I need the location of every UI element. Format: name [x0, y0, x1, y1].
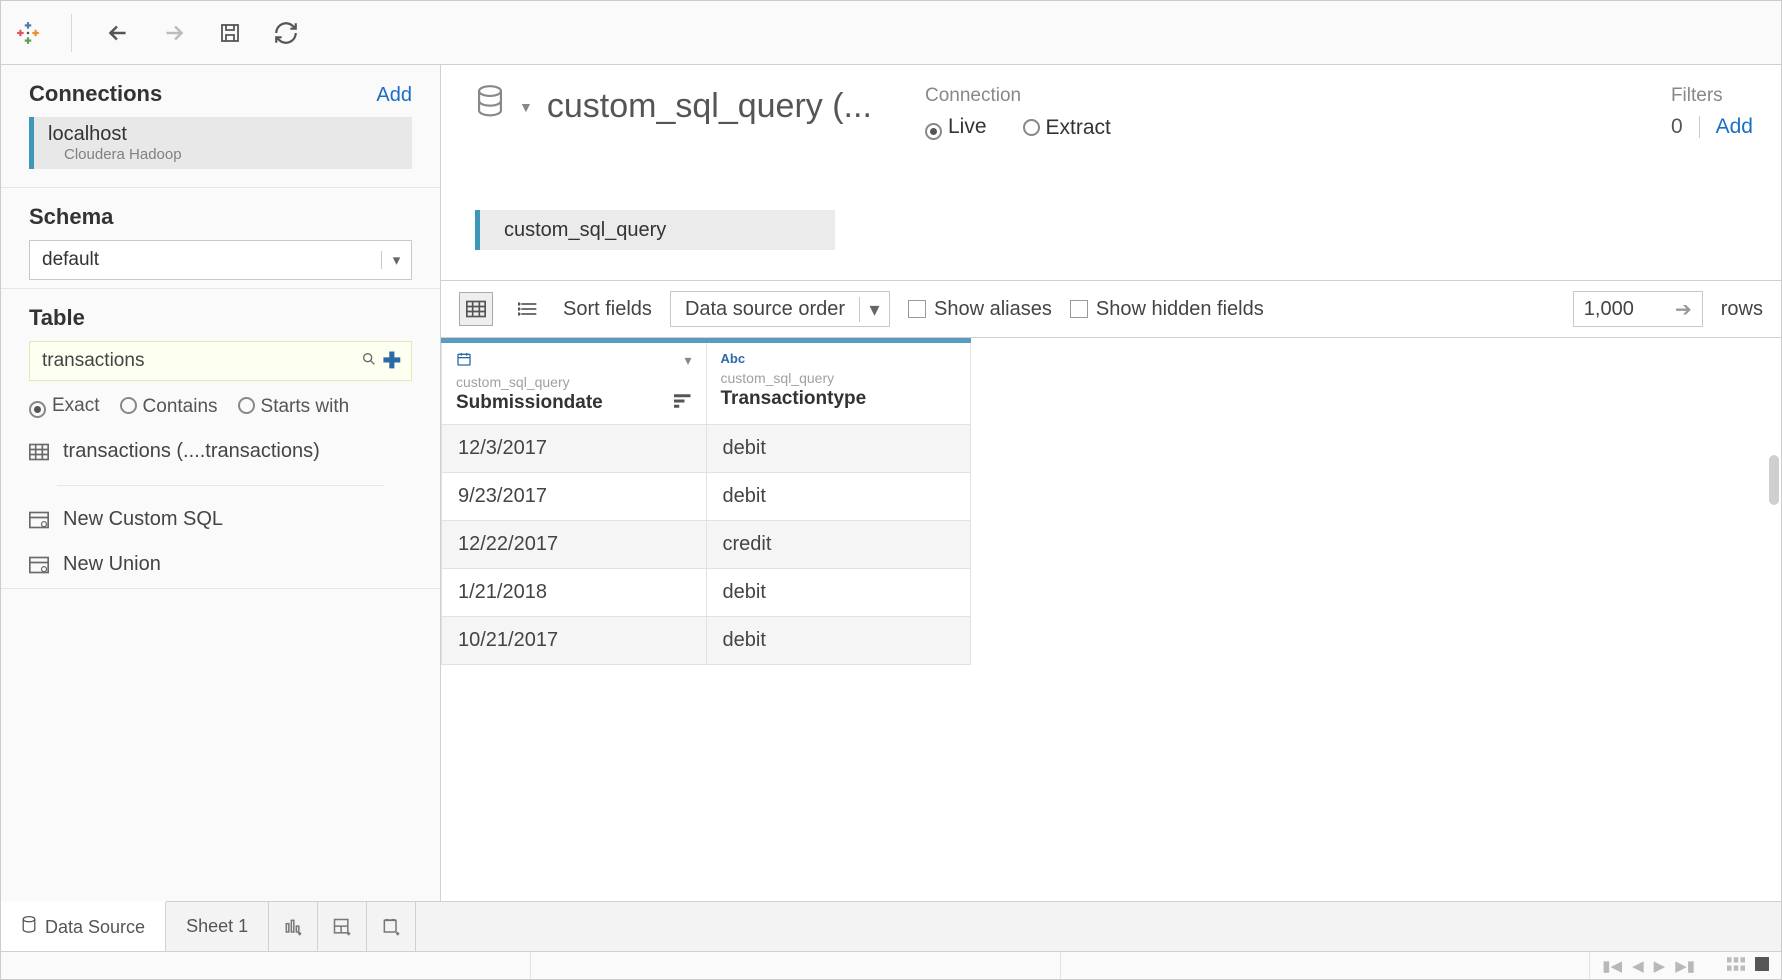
chevron-down-icon: ▾ [859, 297, 889, 322]
rows-value: 1,000 [1584, 298, 1634, 321]
tableau-logo-icon [15, 20, 41, 46]
tab-sheet-1[interactable]: Sheet 1 [166, 902, 269, 951]
nav-next-icon[interactable]: ▶ [1654, 957, 1666, 975]
filters-label: Filters [1671, 85, 1753, 107]
database-icon [475, 85, 505, 128]
join-canvas[interactable]: custom_sql_query [441, 150, 1781, 280]
table-icon [29, 443, 49, 461]
top-toolbar [1, 1, 1781, 65]
table-row[interactable]: 12/3/2017debit [442, 425, 971, 473]
match-exact[interactable]: Exact [29, 395, 100, 418]
table-transactions[interactable]: transactions (....transactions) [29, 440, 412, 463]
back-button[interactable] [102, 17, 134, 49]
connection-extract[interactable]: Extract [1023, 116, 1111, 140]
search-icon [361, 351, 377, 371]
sort-fields-label: Sort fields [563, 298, 652, 321]
datasource-title[interactable]: ▼ custom_sql_query (... [475, 85, 895, 128]
canvas-table-chip[interactable]: custom_sql_query [475, 210, 835, 250]
date-type-icon [456, 351, 472, 370]
chevron-down-icon: ▼ [519, 99, 533, 115]
new-dashboard-button[interactable] [318, 902, 367, 951]
match-mode-row: Exact Contains Starts with [29, 395, 412, 418]
filters-add-link[interactable]: Add [1716, 115, 1753, 139]
table-search-input[interactable] [40, 349, 361, 373]
status-bar: ▮◀ ◀ ▶ ▶▮ [1, 951, 1781, 979]
show-hidden-checkbox[interactable]: Show hidden fields [1070, 298, 1264, 321]
connection-mode-label: Connection [925, 85, 1111, 107]
tab-label: Data Source [45, 917, 145, 938]
match-contains[interactable]: Contains [120, 396, 218, 418]
add-connection-link[interactable]: Add [376, 84, 412, 107]
data-grid: ▾ custom_sql_query Submissiondate [441, 338, 1781, 901]
view-grid-button[interactable] [459, 292, 493, 326]
save-button[interactable] [214, 17, 246, 49]
table-gear-icon [29, 556, 49, 574]
arrow-right-icon: ➔ [1675, 297, 1692, 322]
grid-toolbar: Sort fields Data source order ▾ Show ali… [441, 280, 1781, 338]
nav-prev-icon[interactable]: ◀ [1632, 957, 1644, 975]
schema-select[interactable]: default ▾ [29, 240, 412, 280]
table-label: transactions (....transactions) [63, 440, 320, 463]
column-source: custom_sql_query [456, 374, 692, 390]
show-sheet-icon[interactable] [1755, 957, 1769, 975]
left-panel: Connections Add localhost Cloudera Hadoo… [1, 65, 441, 901]
nav-last-icon[interactable]: ▶▮ [1675, 957, 1695, 975]
table-row[interactable]: 1/21/2018debit [442, 569, 971, 617]
sort-icon[interactable] [674, 392, 692, 414]
table-row[interactable]: 9/23/2017debit [442, 473, 971, 521]
add-table-icon[interactable]: ✚ [383, 348, 401, 374]
column-header-submissiondate[interactable]: ▾ custom_sql_query Submissiondate [442, 341, 707, 425]
schema-value: default [30, 249, 381, 271]
table-label: New Custom SQL [63, 508, 223, 531]
column-name: Transactiontype [721, 388, 867, 410]
forward-button [158, 17, 190, 49]
scrollbar[interactable] [1769, 455, 1779, 505]
table-row[interactable]: 12/22/2017credit [442, 521, 971, 569]
view-list-button[interactable] [511, 292, 545, 326]
nav-first-icon[interactable]: ▮◀ [1602, 957, 1622, 975]
table-search[interactable]: ✚ [29, 341, 412, 381]
filters-count: 0 [1671, 115, 1683, 139]
string-type-icon: Abc [721, 351, 746, 366]
tab-data-source[interactable]: Data Source [1, 901, 166, 951]
connection-item[interactable]: localhost Cloudera Hadoop [29, 117, 412, 169]
rows-label: rows [1721, 298, 1763, 321]
table-heading: Table [29, 305, 412, 331]
column-header-transactiontype[interactable]: Abc custom_sql_query Transactiontype [706, 341, 971, 425]
connections-heading: Connections [29, 81, 162, 107]
datasource-name: custom_sql_query (... [547, 87, 872, 126]
sort-value: Data source order [671, 298, 859, 321]
show-aliases-checkbox[interactable]: Show aliases [908, 298, 1052, 321]
table-row[interactable]: 10/21/2017debit [442, 617, 971, 665]
connection-type: Cloudera Hadoop [48, 146, 182, 163]
column-name: Submissiondate [456, 392, 603, 414]
tab-label: Sheet 1 [186, 916, 248, 937]
new-story-button[interactable] [367, 902, 416, 951]
match-starts-with[interactable]: Starts with [238, 396, 350, 418]
new-union[interactable]: New Union [29, 553, 412, 576]
sort-fields-select[interactable]: Data source order ▾ [670, 291, 890, 327]
chevron-down-icon: ▾ [381, 251, 411, 269]
show-filmstrip-icon[interactable] [1727, 957, 1745, 975]
canvas-table-name: custom_sql_query [480, 219, 666, 242]
right-panel: ▼ custom_sql_query (... Connection Live … [441, 65, 1781, 901]
chevron-down-icon[interactable]: ▾ [684, 352, 691, 369]
schema-heading: Schema [29, 204, 412, 230]
connection-live[interactable]: Live [925, 115, 987, 140]
table-gear-icon [29, 511, 49, 529]
refresh-button[interactable] [270, 17, 302, 49]
column-source: custom_sql_query [721, 370, 957, 386]
new-worksheet-button[interactable] [269, 902, 318, 951]
rows-limit-input[interactable]: 1,000 ➔ [1573, 291, 1703, 327]
database-icon [21, 916, 37, 939]
sheet-tabs: Data Source Sheet 1 [1, 901, 1781, 951]
table-label: New Union [63, 553, 161, 576]
new-custom-sql[interactable]: New Custom SQL [29, 508, 412, 531]
connection-name: localhost [48, 123, 182, 146]
